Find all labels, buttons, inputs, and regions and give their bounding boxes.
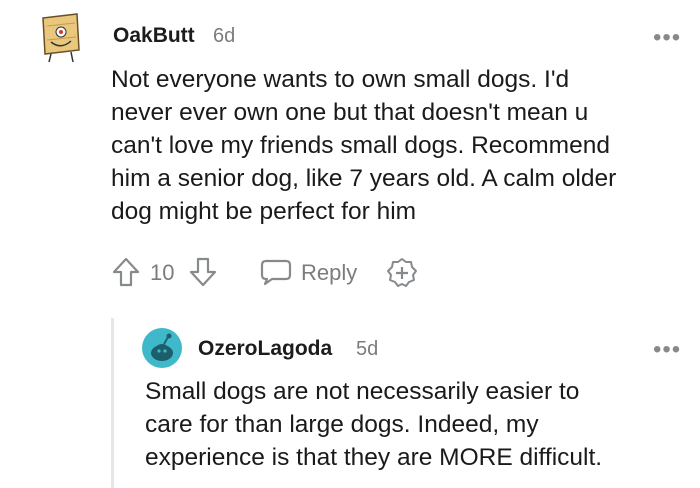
comment-line: him a senior dog, like 7 years old. A ca… bbox=[111, 165, 617, 192]
thread-line[interactable] bbox=[111, 318, 114, 488]
comment-body: Small dogs are not necessarily easier to… bbox=[145, 375, 690, 474]
reply-label: Reply bbox=[301, 260, 358, 285]
vote-score: 10 bbox=[150, 260, 175, 285]
downvote-icon[interactable] bbox=[189, 257, 217, 287]
reply-button[interactable]: Reply bbox=[260, 255, 370, 289]
comment-line: dog might be perfect for him bbox=[111, 198, 417, 225]
comment-body: Not everyone wants to own small dogs. I'… bbox=[111, 63, 691, 228]
more-options-button[interactable]: ••• bbox=[653, 26, 681, 50]
reply-icon bbox=[260, 258, 292, 286]
comment-line: never ever own one but that doesn't mean… bbox=[111, 99, 589, 126]
more-options-button[interactable]: ••• bbox=[653, 338, 681, 362]
comment-username[interactable]: OzeroLagoda bbox=[198, 337, 332, 361]
comment-oakbutt: OakButt 6d ••• Not everyone wants to own… bbox=[0, 0, 700, 300]
comment-username[interactable]: OakButt bbox=[113, 24, 195, 48]
comment-age: 5d bbox=[356, 338, 379, 360]
comment-ozerolagoda: OzeroLagoda 5d ••• Small dogs are not ne… bbox=[130, 315, 700, 488]
comment-line: experience is that they are MORE difficu… bbox=[145, 444, 603, 471]
comment-age: 6d bbox=[213, 25, 236, 47]
oakbutt-avatar[interactable] bbox=[37, 10, 85, 64]
comment-line: Small dogs are not necessarily easier to bbox=[145, 378, 580, 405]
award-icon[interactable] bbox=[386, 257, 418, 289]
default-snoo-avatar[interactable] bbox=[142, 328, 182, 368]
upvote-icon[interactable] bbox=[112, 257, 140, 287]
comment-line: can't love my friends small dogs. Recomm… bbox=[111, 132, 610, 159]
comment-line: Not everyone wants to own small dogs. I'… bbox=[111, 66, 570, 93]
comment-line: care for than large dogs. Indeed, my bbox=[145, 411, 539, 438]
